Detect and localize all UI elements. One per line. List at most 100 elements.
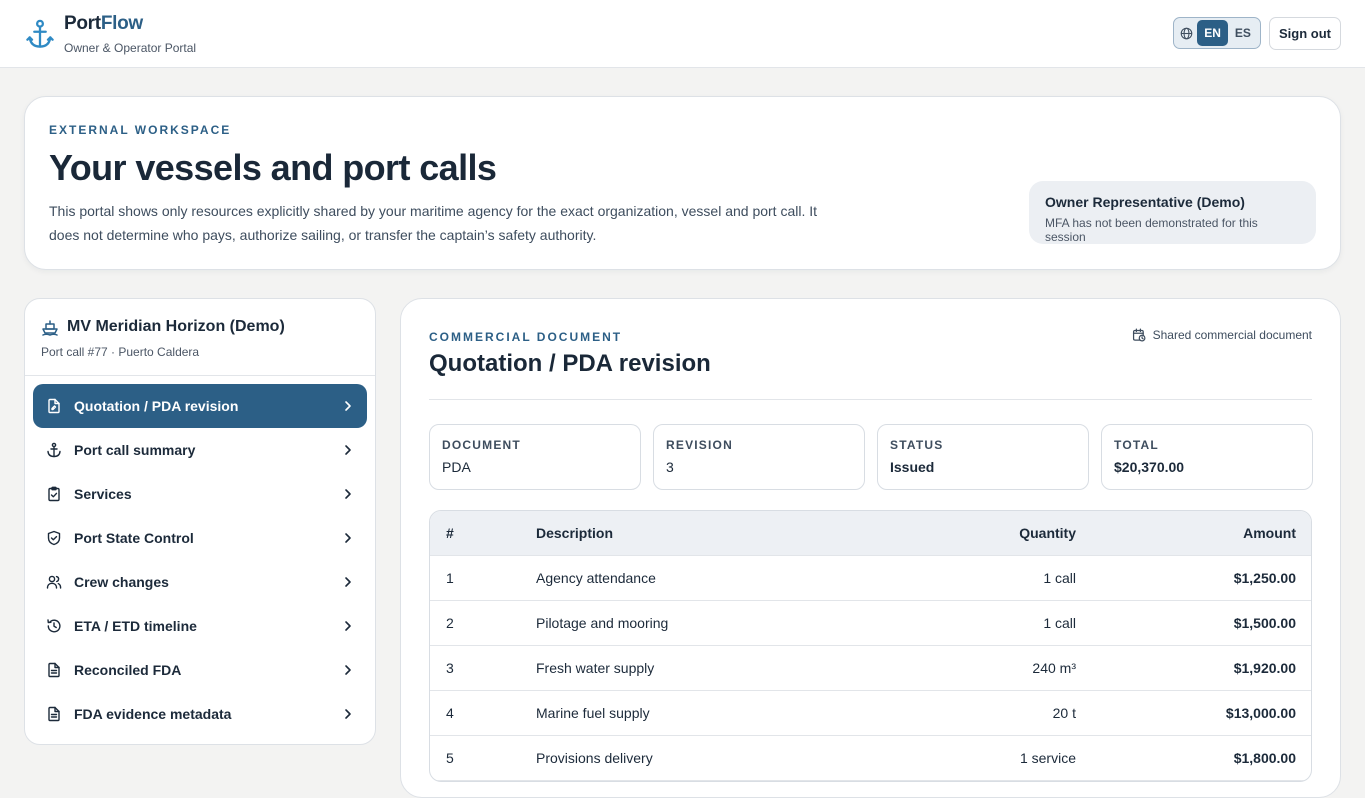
row-amount: $13,000.00 bbox=[1225, 705, 1296, 721]
table-row: 4 Marine fuel supply 20 t $13,000.00 bbox=[430, 691, 1311, 736]
card-key: REVISION bbox=[666, 438, 733, 452]
language-en-button[interactable]: EN bbox=[1197, 20, 1228, 46]
chevron-right-icon bbox=[345, 665, 351, 675]
shared-document-label: Shared commercial document bbox=[1132, 328, 1312, 342]
row-quantity: 1 call bbox=[1043, 570, 1076, 586]
ship-icon bbox=[42, 320, 58, 336]
row-amount: $1,250.00 bbox=[1233, 570, 1296, 586]
row-quantity: 20 t bbox=[1052, 705, 1076, 721]
row-number: 4 bbox=[446, 705, 454, 721]
row-description: Agency attendance bbox=[536, 570, 656, 586]
divider bbox=[429, 399, 1312, 400]
row-quantity: 1 service bbox=[1019, 750, 1076, 766]
table-row: 2 Pilotage and mooring 1 call $1,500.00 bbox=[430, 601, 1311, 646]
hero-eyebrow: EXTERNAL WORKSPACE bbox=[49, 123, 232, 137]
sidebar-item-label: ETA / ETD timeline bbox=[74, 618, 197, 634]
row-number: 1 bbox=[446, 570, 454, 586]
sidebar-item-label: Services bbox=[74, 486, 132, 502]
chevron-right-icon bbox=[345, 577, 351, 587]
column-header-number: # bbox=[446, 525, 454, 541]
table-row: 3 Fresh water supply 240 m³ $1,920.00 bbox=[430, 646, 1311, 691]
sidebar-item-fda-evidence-metadata[interactable]: FDA evidence metadata bbox=[33, 692, 367, 736]
document-panel: COMMERCIAL DOCUMENT Quotation / PDA revi… bbox=[400, 298, 1341, 798]
card-value: PDA bbox=[442, 459, 471, 475]
brand[interactable]: PortFlow Owner & Operator Portal bbox=[26, 14, 196, 55]
sidebar-item-label: Quotation / PDA revision bbox=[74, 398, 239, 414]
shared-label-text: Shared commercial document bbox=[1152, 328, 1312, 342]
document-text-icon bbox=[45, 661, 63, 679]
vessel-name: MV Meridian Horizon (Demo) bbox=[67, 318, 285, 335]
sign-out-button[interactable]: Sign out bbox=[1269, 17, 1341, 50]
row-amount: $1,920.00 bbox=[1233, 660, 1296, 676]
card-value: 3 bbox=[666, 459, 674, 475]
row-description: Fresh water supply bbox=[536, 660, 655, 676]
row-description: Provisions delivery bbox=[536, 750, 653, 766]
table-row: 5 Provisions delivery 1 service $1,800.0… bbox=[430, 736, 1311, 781]
row-number: 3 bbox=[446, 660, 454, 676]
chevron-right-icon bbox=[345, 709, 351, 719]
chevron-right-icon bbox=[345, 401, 351, 411]
summary-cards: DOCUMENT PDA REVISION 3 STATUS Issued TO… bbox=[429, 424, 1313, 490]
sidebar-item-port-call-summary[interactable]: Port call summary bbox=[33, 428, 367, 472]
row-number: 2 bbox=[446, 615, 454, 631]
clipboard-check-icon bbox=[45, 485, 63, 503]
column-header-quantity: Quantity bbox=[1019, 525, 1076, 541]
card-key: TOTAL bbox=[1114, 438, 1159, 452]
vessel-sidebar: MV Meridian Horizon (Demo) Port call #77… bbox=[24, 298, 376, 745]
document-type-card: DOCUMENT PDA bbox=[429, 424, 641, 490]
table-row: 1 Agency attendance 1 call $1,250.00 bbox=[430, 556, 1311, 601]
document-text-icon bbox=[45, 705, 63, 723]
sidebar-item-label: Port call summary bbox=[74, 442, 196, 458]
chevron-right-icon bbox=[345, 489, 351, 499]
language-switcher: EN ES bbox=[1173, 17, 1261, 49]
sidebar-item-port-state-control[interactable]: Port State Control bbox=[33, 516, 367, 560]
card-value: Issued bbox=[890, 459, 935, 475]
page-title: Your vessels and port calls bbox=[49, 147, 497, 188]
top-bar: PortFlow Owner & Operator Portal EN ES S… bbox=[0, 0, 1365, 68]
total-card: TOTAL $20,370.00 bbox=[1101, 424, 1313, 490]
document-title: Quotation / PDA revision bbox=[429, 350, 711, 377]
vessel-header: MV Meridian Horizon (Demo) bbox=[41, 318, 285, 336]
sidebar-nav: Quotation / PDA revision Port call summa… bbox=[33, 384, 367, 736]
document-eyebrow: COMMERCIAL DOCUMENT bbox=[429, 330, 623, 344]
globe-icon bbox=[1176, 20, 1197, 46]
language-es-button[interactable]: ES bbox=[1228, 20, 1258, 46]
sidebar-item-label: Reconciled FDA bbox=[74, 662, 182, 678]
revision-card: REVISION 3 bbox=[653, 424, 865, 490]
shield-check-icon bbox=[45, 529, 63, 547]
app-name: PortFlow bbox=[64, 13, 143, 34]
row-amount: $1,800.00 bbox=[1233, 750, 1296, 766]
chevron-right-icon bbox=[345, 445, 351, 455]
row-description: Marine fuel supply bbox=[536, 705, 650, 721]
chevron-right-icon bbox=[345, 621, 351, 631]
anchor-icon bbox=[45, 441, 63, 459]
sidebar-item-label: Port State Control bbox=[74, 530, 194, 546]
row-number: 5 bbox=[446, 750, 454, 766]
hero-description: This portal shows only resources explici… bbox=[49, 203, 818, 243]
card-value: $20,370.00 bbox=[1114, 459, 1185, 475]
column-header-amount: Amount bbox=[1243, 525, 1296, 541]
workspace-hero: EXTERNAL WORKSPACE Your vessels and port… bbox=[24, 96, 1341, 270]
divider bbox=[25, 375, 375, 376]
history-icon bbox=[45, 617, 63, 635]
sidebar-item-label: Crew changes bbox=[74, 574, 169, 590]
sidebar-item-eta-etd-timeline[interactable]: ETA / ETD timeline bbox=[33, 604, 367, 648]
sidebar-item-crew-changes[interactable]: Crew changes bbox=[33, 560, 367, 604]
app-subtitle: Owner & Operator Portal bbox=[64, 41, 197, 55]
calendar-clock-icon bbox=[1132, 328, 1146, 342]
sidebar-item-reconciled-fda[interactable]: Reconciled FDA bbox=[33, 648, 367, 692]
role-title: Owner Representative (Demo) bbox=[1045, 194, 1245, 210]
role-badge: Owner Representative (Demo) MFA has not … bbox=[1029, 181, 1316, 244]
row-quantity: 240 m³ bbox=[1032, 660, 1076, 676]
sidebar-item-quotation[interactable]: Quotation / PDA revision bbox=[33, 384, 367, 428]
line-items-table: # Description Quantity Amount 1 Agency a… bbox=[429, 510, 1312, 782]
status-card: STATUS Issued bbox=[877, 424, 1089, 490]
document-edit-icon bbox=[45, 397, 63, 415]
users-icon bbox=[45, 573, 63, 591]
row-amount: $1,500.00 bbox=[1233, 615, 1296, 631]
column-header-description: Description bbox=[536, 525, 614, 541]
sidebar-item-label: FDA evidence metadata bbox=[74, 706, 232, 722]
card-key: STATUS bbox=[890, 438, 944, 452]
sidebar-item-services[interactable]: Services bbox=[33, 472, 367, 516]
card-key: DOCUMENT bbox=[442, 438, 521, 452]
